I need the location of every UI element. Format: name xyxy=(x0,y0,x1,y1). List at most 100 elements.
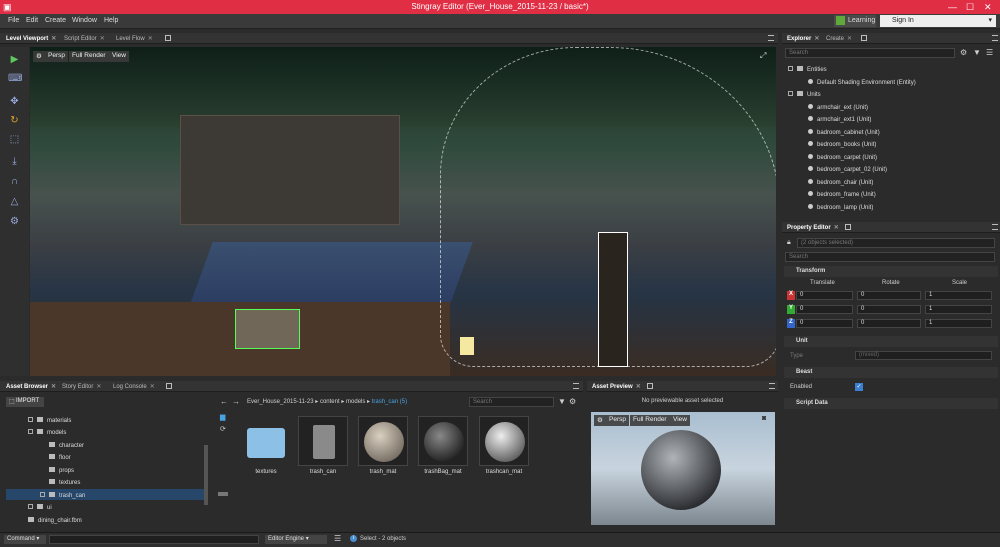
add-tab-icon[interactable] xyxy=(861,35,867,41)
magnet-icon[interactable]: ∩ xyxy=(8,175,21,188)
enabled-checkbox[interactable]: ✓ xyxy=(855,383,863,391)
tree-unit-item[interactable]: bedroom_lamp (Unit) xyxy=(808,204,873,211)
panel-menu-icon[interactable] xyxy=(992,35,998,41)
tree-selected-row[interactable] xyxy=(6,489,204,500)
persp-button[interactable]: Persp xyxy=(45,51,68,62)
tree-folder[interactable]: ui xyxy=(28,504,52,511)
property-search-input[interactable]: Search xyxy=(785,252,995,262)
panel-menu-icon[interactable] xyxy=(573,383,579,389)
add-tab-icon[interactable] xyxy=(647,383,653,389)
translate-z-field[interactable]: 0 xyxy=(796,319,853,328)
list-icon[interactable]: ☰ xyxy=(334,534,341,543)
tree-unit-item[interactable]: bedroom_carpet_02 (Unit) xyxy=(808,166,887,173)
tree-unit-item[interactable]: armchair_ext1 (Unit) xyxy=(808,116,871,123)
tree-unit-item[interactable]: badroom_cabinet (Unit) xyxy=(808,129,880,136)
command-dropdown[interactable]: Command ▾ xyxy=(4,535,46,544)
gear-icon[interactable]: ⚙ xyxy=(960,48,967,57)
tree-folder[interactable]: props xyxy=(40,467,74,474)
tab-property-editor[interactable]: Property Editor ✕ xyxy=(785,223,841,232)
minimize-icon[interactable]: — xyxy=(948,2,957,12)
tree-folder[interactable]: dining_chair.fbm xyxy=(28,517,82,524)
command-input[interactable] xyxy=(49,535,259,544)
rotate-icon[interactable]: ↻ xyxy=(8,114,21,127)
filter-icon[interactable]: ▼ xyxy=(973,48,981,57)
type-field[interactable]: (mixed) xyxy=(855,351,992,360)
add-tab-icon[interactable] xyxy=(845,224,851,230)
tab-asset-preview[interactable]: Asset Preview ✕ xyxy=(590,382,643,391)
panel-menu-icon[interactable] xyxy=(992,224,998,230)
tree-folder[interactable]: floor xyxy=(40,454,71,461)
maximize-viewport-icon[interactable]: ⤢ xyxy=(760,51,766,61)
tree-folder[interactable]: materials xyxy=(28,417,71,424)
menu-window[interactable]: Window xyxy=(72,17,97,24)
tree-folder[interactable]: textures xyxy=(40,479,80,486)
preview-view-button[interactable]: View xyxy=(670,415,690,426)
back-icon[interactable]: ← xyxy=(220,397,228,406)
measure-icon[interactable]: △ xyxy=(8,195,21,208)
tab-story-editor[interactable]: Story Editor ✕ xyxy=(60,382,103,391)
asset-search-input[interactable]: Search xyxy=(469,397,554,407)
menu-file[interactable]: File xyxy=(8,17,19,24)
rotate-y-field[interactable]: 0 xyxy=(857,305,921,314)
signin-dropdown[interactable]: Sign In ▾ xyxy=(880,15,996,27)
settings-icon[interactable]: ⚙ xyxy=(8,215,21,228)
preview-settings-icon[interactable]: ⚙ xyxy=(594,415,606,426)
add-tab-icon[interactable] xyxy=(165,35,171,41)
menu-edit[interactable]: Edit xyxy=(26,17,38,24)
tab-asset-browser[interactable]: Asset Browser ✕ xyxy=(4,382,58,391)
rotate-x-field[interactable]: 0 xyxy=(857,291,921,300)
scale-z-field[interactable]: 1 xyxy=(925,319,992,328)
preview-persp-button[interactable]: Persp xyxy=(606,415,629,426)
tree-unit-item[interactable]: bedroom_books (Unit) xyxy=(808,141,876,148)
snap-icon[interactable]: ⤓ xyxy=(8,155,21,168)
scale-x-field[interactable]: 1 xyxy=(925,291,992,300)
play-icon[interactable]: ▶ xyxy=(8,53,21,66)
scale-icon[interactable]: ⬚ xyxy=(8,133,21,146)
lock-icon[interactable]: 🔒︎ xyxy=(787,239,791,247)
tree-entities[interactable]: Entities xyxy=(788,66,827,73)
asset-thumb-folder[interactable] xyxy=(241,416,291,466)
section-transform[interactable]: Transform xyxy=(784,266,998,277)
tree-unit-item[interactable]: bedroom_carpet (Unit) xyxy=(808,154,877,161)
preview-viewport[interactable] xyxy=(591,412,775,525)
add-tab-icon[interactable] xyxy=(166,383,172,389)
view-button[interactable]: View xyxy=(109,51,129,62)
tree-folder[interactable]: character xyxy=(40,442,84,449)
folder-view-icon[interactable]: ▆ xyxy=(220,413,225,421)
tree-folder-selected[interactable]: trash_can xyxy=(40,492,85,499)
explorer-search-input[interactable]: Search xyxy=(785,48,955,58)
full-render-button[interactable]: Full Render xyxy=(69,51,109,62)
panel-menu-icon[interactable] xyxy=(768,35,774,41)
tree-scrollbar[interactable] xyxy=(204,445,208,505)
section-unit[interactable]: Unit xyxy=(784,336,998,347)
tree-unit-item[interactable]: armchair_ext (Unit) xyxy=(808,104,868,111)
tree-unit-item[interactable]: bedroom_chair (Unit) xyxy=(808,179,873,186)
move-icon[interactable]: ✥ xyxy=(8,95,21,108)
zoom-slider[interactable] xyxy=(218,492,228,496)
asset-thumb-material[interactable] xyxy=(418,416,468,466)
forward-icon[interactable]: → xyxy=(232,397,240,406)
tree-units[interactable]: Units xyxy=(788,91,821,98)
rotate-z-field[interactable]: 0 xyxy=(857,319,921,328)
maximize-icon[interactable]: ☐ xyxy=(966,2,974,13)
preview-render-button[interactable]: Full Render xyxy=(630,415,670,426)
sort-icon[interactable]: ☰ xyxy=(986,48,993,57)
filter-icon[interactable]: ▼ xyxy=(558,397,566,406)
asset-thumb-trashcan[interactable] xyxy=(298,416,348,466)
tab-explorer[interactable]: Explorer ✕ xyxy=(785,34,821,43)
tree-unit-item[interactable]: bedroom_frame (Unit) xyxy=(808,191,876,198)
engine-dropdown[interactable]: Editor Engine ▾ xyxy=(265,535,327,544)
panel-menu-icon[interactable] xyxy=(769,383,775,389)
asset-thumb-material[interactable] xyxy=(479,416,529,466)
tab-log-console[interactable]: Log Console ✕ xyxy=(111,382,157,391)
section-script-data[interactable]: Script Data xyxy=(784,398,998,409)
refresh-icon[interactable]: ⟳ xyxy=(220,425,226,433)
gear-icon[interactable]: ⚙ xyxy=(569,397,576,406)
close-icon[interactable]: ✕ xyxy=(984,2,992,13)
gamepad-icon[interactable]: ⌨ xyxy=(8,72,22,85)
breadcrumb-item[interactable]: models xyxy=(346,399,365,405)
learning-button[interactable]: Learning xyxy=(834,15,876,27)
tab-create[interactable]: Create ✕ xyxy=(824,34,854,43)
section-beast[interactable]: Beast xyxy=(784,367,998,378)
translate-y-field[interactable]: 0 xyxy=(796,305,853,314)
